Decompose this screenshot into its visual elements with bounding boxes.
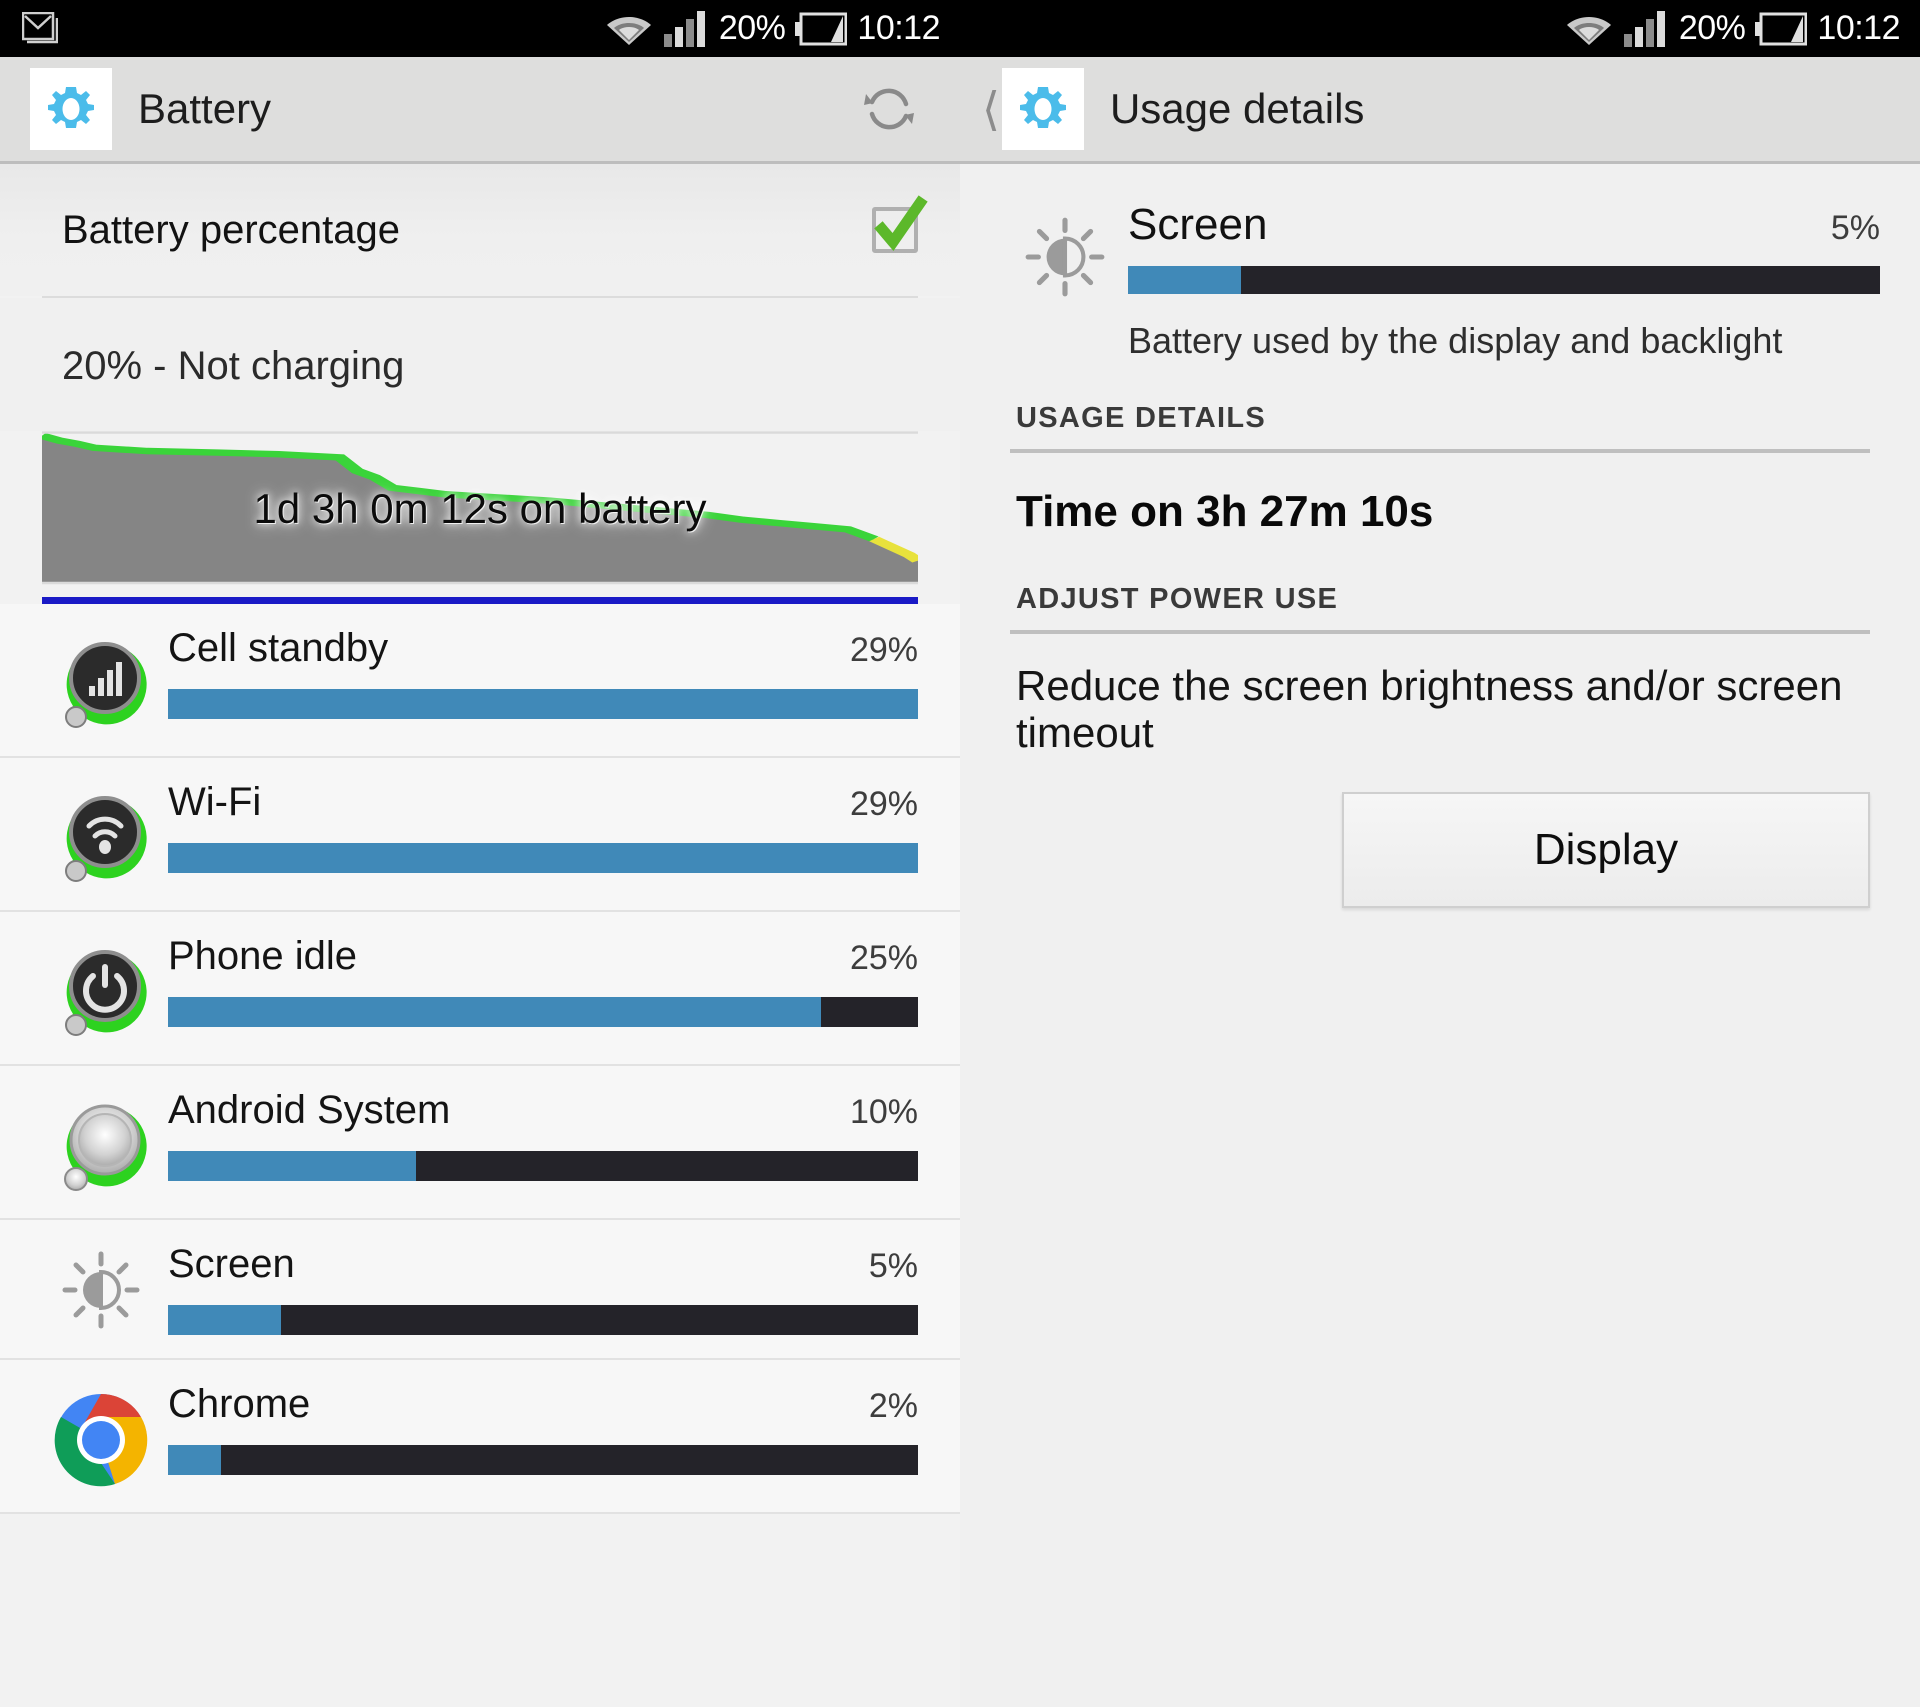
wifi-usage-icon	[46, 780, 156, 890]
page-title: Usage details	[1109, 85, 1365, 132]
list-item[interactable]: Cell standby 29%	[0, 604, 960, 758]
cell-signal-icon	[1623, 10, 1669, 48]
screen-brightness-icon	[46, 1242, 156, 1332]
usage-item-bar	[168, 1445, 918, 1475]
battery-history-plot	[42, 431, 918, 591]
screen-usage-entry: Screen 5% Battery used by the display an…	[960, 164, 1920, 362]
battery-icon	[795, 12, 848, 46]
display-button[interactable]: Display	[1342, 792, 1870, 909]
screen-brightness-icon	[1016, 200, 1114, 300]
usage-item-bar	[168, 1151, 918, 1181]
usage-details-pane: ⟨ Usage details Screen 5% Battery used b…	[960, 57, 1920, 1707]
status-bar: 20% 10:12 20% 10:12	[0, 0, 1920, 57]
battery-percentage-row[interactable]: Battery percentage	[0, 164, 960, 296]
wifi-icon	[605, 11, 653, 47]
status-battery-percent: 20%	[718, 9, 786, 47]
usage-details-action-bar: ⟨ Usage details	[960, 57, 1920, 164]
usage-item-bar	[168, 843, 918, 873]
battery-pane: Battery Battery percentage 20% - Not cha…	[0, 57, 960, 1707]
page-title: Battery	[138, 85, 272, 132]
cell-standby-icon	[46, 626, 156, 736]
battery-percentage-checkbox[interactable]	[872, 195, 928, 253]
status-battery-percent: 20%	[1678, 9, 1746, 47]
battery-percentage-label: Battery percentage	[62, 207, 400, 252]
usage-item-name: Screen	[168, 1242, 295, 1286]
battery-icon	[1755, 12, 1808, 46]
list-item[interactable]: Phone idle 25%	[0, 912, 960, 1066]
screen-entry-percent: 5%	[1830, 209, 1880, 247]
time-on-value: Time on 3h 27m 10s	[1016, 487, 1434, 536]
display-button-container: Display	[960, 756, 1920, 909]
battery-chart-baseline	[42, 597, 918, 604]
adjust-power-text: Reduce the screen brightness and/or scre…	[1016, 662, 1843, 757]
list-item[interactable]: Screen 5%	[0, 1220, 960, 1360]
usage-item-bar	[168, 689, 918, 719]
usage-details-header: USAGE DETAILS	[1016, 402, 1266, 434]
cell-signal-icon	[663, 10, 709, 48]
refresh-icon[interactable]	[860, 80, 918, 138]
usage-item-bar	[168, 1305, 918, 1335]
adjust-power-header: ADJUST POWER USE	[1016, 583, 1339, 615]
screen-entry-bar	[1128, 266, 1880, 294]
status-clock: 10:12	[857, 9, 940, 47]
usage-item-percent: 29%	[849, 785, 918, 823]
usage-item-percent: 25%	[849, 939, 918, 977]
settings-gear-icon[interactable]	[30, 68, 112, 150]
usage-item-name: Android System	[168, 1088, 451, 1132]
usage-item-percent: 10%	[849, 1093, 918, 1131]
chrome-icon	[46, 1382, 156, 1492]
screenshot-root: 20% 10:12 20% 10:12 Battery Battery perc…	[0, 0, 1920, 1707]
battery-history-chart: 1d 3h 0m 12s on battery	[0, 431, 960, 591]
panes-container: Battery Battery percentage 20% - Not cha…	[0, 57, 1920, 1707]
screen-entry-description: Battery used by the display and backligh…	[1128, 320, 1783, 361]
usage-item-bar	[168, 997, 918, 1027]
screen-entry-name: Screen	[1128, 200, 1268, 249]
phone-idle-icon	[46, 934, 156, 1044]
back-chevron-icon[interactable]: ⟨	[982, 86, 1000, 132]
status-bar-right-half-1: 20% 10:12	[0, 0, 960, 57]
usage-item-name: Wi-Fi	[168, 780, 262, 824]
usage-item-percent: 29%	[849, 631, 918, 669]
battery-content: Battery percentage 20% - Not charging 1d…	[0, 164, 960, 1707]
checkmark-icon	[874, 195, 928, 252]
status-bar-right-half-2: 20% 10:12	[960, 0, 1920, 57]
usage-item-percent: 2%	[868, 1387, 918, 1425]
android-system-icon	[46, 1088, 156, 1198]
battery-status-text: 20% - Not charging	[0, 298, 960, 431]
settings-gear-icon[interactable]	[1001, 68, 1084, 150]
usage-item-name: Cell standby	[168, 626, 389, 670]
status-clock: 10:12	[1817, 9, 1900, 47]
usage-item-name: Chrome	[168, 1382, 311, 1426]
battery-usage-list: Cell standby 29% Wi-Fi 29% Phone idle 25…	[0, 604, 960, 1514]
wifi-icon	[1565, 11, 1613, 47]
list-item[interactable]: Wi-Fi 29%	[0, 758, 960, 912]
list-item[interactable]: Android System 10%	[0, 1066, 960, 1220]
usage-details-content: Screen 5% Battery used by the display an…	[960, 164, 1920, 1707]
usage-item-percent: 5%	[868, 1247, 918, 1285]
usage-item-name: Phone idle	[168, 934, 358, 978]
list-item[interactable]: Chrome 2%	[0, 1360, 960, 1514]
battery-action-bar: Battery	[0, 57, 960, 164]
